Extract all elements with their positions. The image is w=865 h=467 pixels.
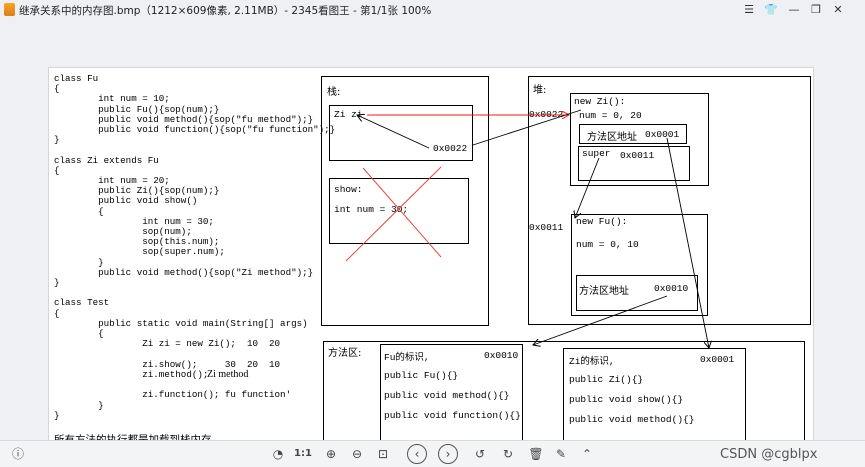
- window-title: 继承关系中的内存图.bmp（1212×609像素, 2.11MB）- 2345看…: [19, 5, 432, 17]
- code-line: zi.function(); fu function': [54, 389, 292, 401]
- inline-note-zi-method: Zi method: [207, 369, 249, 380]
- pin-icon[interactable]: ⊡: [374, 445, 392, 463]
- code-line: Zi zi = new Zi(); 10 20: [54, 338, 281, 350]
- app-icon: [4, 3, 15, 16]
- minimize-icon[interactable]: —: [786, 2, 802, 18]
- fu-class-title: Fu的标识,: [384, 352, 430, 363]
- stack-title: 栈:: [327, 87, 341, 98]
- code-line: zi.method();: [54, 368, 209, 380]
- code-line: }: [54, 409, 60, 421]
- zi-num-field: num = 0, 20: [579, 110, 642, 121]
- code-line: class Fu: [54, 73, 99, 84]
- code-line: public void method(){sop("Zi method");}: [54, 266, 314, 278]
- rotate-select-icon[interactable]: ◔: [269, 445, 287, 463]
- fu-method-2: public void method(){}: [384, 390, 510, 401]
- edit-icon[interactable]: ✎: [552, 445, 570, 463]
- fu-object-title: new Fu():: [576, 216, 628, 227]
- fu-method-3: public void function(){}: [384, 410, 521, 421]
- zi-method-area-addr: 0x0001: [645, 129, 680, 140]
- fu-num-field: num = 0, 10: [576, 239, 639, 250]
- zi-super-label: super: [582, 148, 611, 159]
- next-icon[interactable]: ›: [438, 444, 458, 464]
- method-area-title: 方法区:: [328, 348, 362, 359]
- viewer-canvas: class Fu{ int num = 10; public Fu(){sop(…: [0, 20, 865, 457]
- zi-object-title: new Zi():: [574, 96, 626, 107]
- fu-class-addr: 0x0010: [484, 350, 519, 361]
- close-icon[interactable]: ✕: [830, 2, 846, 18]
- zi-method-2: public void show(){}: [569, 394, 684, 405]
- skin-icon[interactable]: 👕: [763, 2, 779, 18]
- main-frame-var: Zi zi: [334, 109, 363, 120]
- prev-icon[interactable]: ‹: [407, 444, 427, 464]
- rotate-right-icon[interactable]: ↻: [499, 445, 517, 463]
- delete-icon[interactable]: 🗑: [527, 445, 545, 463]
- menu-icon[interactable]: ☰: [741, 2, 757, 18]
- info-icon[interactable]: ⓘ: [9, 445, 27, 463]
- main-frame-addr: 0x0022: [433, 143, 468, 154]
- zi-class-addr: 0x0001: [700, 354, 735, 365]
- zi-object-addr: 0x0022: [529, 109, 564, 120]
- code-line: }: [54, 277, 60, 289]
- zi-method-1: public Zi(){}: [569, 374, 644, 385]
- memory-diagram-image: class Fu{ int num = 10; public Fu(){sop(…: [48, 67, 814, 457]
- fu-method-1: public Fu(){}: [384, 370, 459, 381]
- zoom-in-icon[interactable]: ⊕: [322, 445, 340, 463]
- zi-super-addr: 0x0011: [620, 150, 655, 161]
- zi-method-area-label: 方法区地址: [587, 132, 637, 143]
- fu-method-area-label: 方法区地址: [579, 286, 629, 297]
- show-frame-var: int num = 30;: [334, 204, 409, 215]
- code-line: }: [54, 399, 104, 411]
- fu-object-addr: 0x0011: [529, 222, 564, 233]
- show-frame-title: show:: [334, 184, 363, 195]
- rotate-left-icon[interactable]: ↺: [471, 445, 489, 463]
- fu-method-area-addr: 0x0010: [654, 283, 689, 294]
- upload-icon[interactable]: ⌃: [578, 445, 596, 463]
- actual-size-button[interactable]: 1:1: [294, 445, 312, 463]
- zi-class-title: Zi的标识,: [569, 356, 615, 367]
- bottom-toolbar: ⓘ ◔ 1:1 ⊕ ⊖ ⊡ ‹ › ↺ ↻ 🗑 ✎ ⌃ CSDN @cgblpx: [0, 440, 865, 467]
- watermark: CSDN @cgblpx: [720, 447, 818, 462]
- code-line: public void function(){sop("fu function"…: [54, 124, 336, 136]
- restore-icon[interactable]: ❐: [808, 2, 824, 18]
- code-line: class Test: [54, 297, 110, 309]
- zoom-out-icon[interactable]: ⊖: [348, 445, 366, 463]
- zi-method-3: public void method(){}: [569, 414, 695, 425]
- code-line: }: [54, 134, 60, 146]
- title-bar: 继承关系中的内存图.bmp（1212×609像素, 2.11MB）- 2345看…: [0, 0, 865, 20]
- code-line: class Zi extends Fu: [54, 154, 159, 166]
- code-listing: class Fu{ int num = 10; public Fu(){sop(…: [54, 73, 336, 421]
- heap-title: 堆:: [533, 85, 547, 96]
